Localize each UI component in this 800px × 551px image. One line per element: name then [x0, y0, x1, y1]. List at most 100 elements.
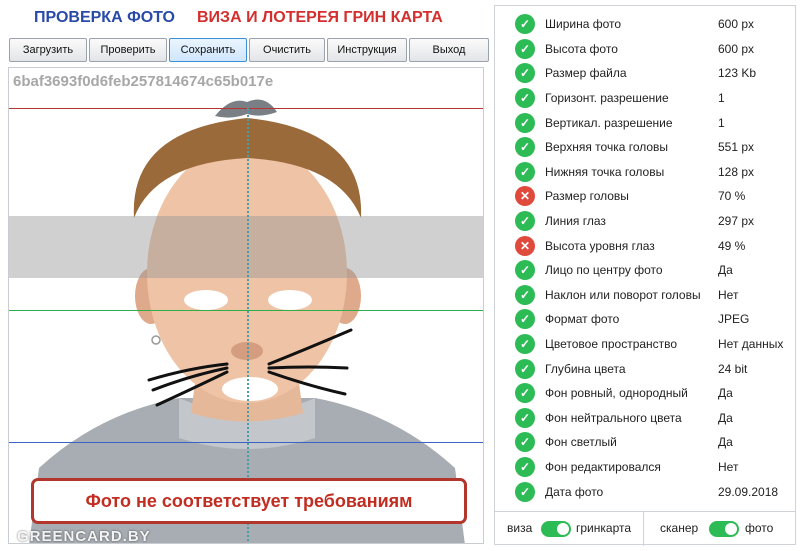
check-label: Глубина цвета — [545, 361, 626, 376]
check-label: Верхняя точка головы — [545, 140, 669, 155]
check-fail-icon: ✕ — [515, 186, 535, 207]
toggle-knob — [725, 523, 737, 535]
warning-message: Фото не соответствует требованиям — [31, 478, 467, 524]
check-row: ✓ Высота фото 600 px — [495, 37, 795, 62]
check-value: 123 Kb — [718, 66, 757, 81]
check-row: ✓ Нижняя точка головы 128 px — [495, 160, 795, 185]
check-row: ✓ Верхняя точка головы 551 px — [495, 135, 795, 160]
divider — [643, 512, 644, 546]
check-row: ✓ Фон нейтрального цвета Да — [495, 406, 795, 431]
check-ok-icon: ✓ — [515, 334, 535, 355]
check-list: ✓ Ширина фото 600 px ✓ Высота фото 600 px ✓ Раз… — [495, 12, 795, 504]
check-label: Лицо по центру фото — [545, 263, 663, 278]
check-ok-icon: ✓ — [515, 63, 535, 84]
check-ok-icon: ✓ — [515, 284, 535, 305]
check-label: Размер файла — [545, 66, 627, 81]
check-ok-icon: ✓ — [515, 407, 535, 428]
visa-greencard-toggle[interactable] — [541, 521, 571, 537]
check-row: ✓ Линия глаз 297 px — [495, 209, 795, 234]
check-ok-icon: ✓ — [515, 38, 535, 59]
check-ok-icon: ✓ — [515, 383, 535, 404]
check-row: ✓ Вертикал. разрешение 1 — [495, 110, 795, 135]
check-row: ✓ Размер файла 123 Kb — [495, 61, 795, 86]
check-ok-icon: ✓ — [515, 161, 535, 182]
check-label: Линия глаз — [545, 214, 606, 229]
check-row: ✓ Формат фото JPEG — [495, 307, 795, 332]
check-value: 600 px — [718, 41, 755, 56]
watermark: GREENCARD.BY — [17, 528, 151, 544]
check-label: Фон ровный, однородный — [545, 386, 688, 401]
check-row: ✓ Фон редактировался Нет — [495, 455, 795, 480]
check-ok-icon: ✓ — [515, 481, 535, 502]
load-button[interactable]: Загрузить — [9, 38, 87, 62]
check-row: ✓ Дата фото 29.09.2018 — [495, 479, 795, 504]
check-value: JPEG — [718, 312, 750, 327]
check-value: 70 % — [718, 189, 746, 204]
check-value: 1 — [718, 115, 725, 130]
check-value: 1 — [718, 91, 725, 106]
check-row: ✓ Наклон или поворот головы Нет — [495, 283, 795, 308]
toolbar: Загрузить Проверить Сохранить Очистить И… — [9, 38, 489, 62]
check-row: ✓ Горизонт. разрешение 1 — [495, 86, 795, 111]
check-ok-icon: ✓ — [515, 456, 535, 477]
check-ok-icon: ✓ — [515, 309, 535, 330]
check-ok-icon: ✓ — [515, 211, 535, 232]
instruction-button[interactable]: Инструкция — [327, 38, 407, 62]
check-ok-icon: ✓ — [515, 137, 535, 158]
app-subtitle: ВИЗА И ЛОТЕРЕЯ ГРИН КАРТА — [197, 9, 443, 26]
check-value: 297 px — [718, 214, 755, 229]
save-button[interactable]: Сохранить — [169, 38, 247, 62]
check-value: Нет — [718, 459, 739, 474]
check-label: Высота уровня глаз — [545, 238, 655, 253]
check-label: Нижняя точка головы — [545, 164, 665, 179]
app-window: ПРОВЕРКА ФОТО ВИЗА И ЛОТЕРЕЯ ГРИН КАРТА … — [0, 0, 800, 551]
photo-preview: 6baf3693f0d6feb257814674c65b017e Фото не… — [8, 67, 484, 544]
toggle-greencard-label: гринкарта — [576, 521, 632, 535]
check-results-panel: ✓ Ширина фото 600 px ✓ Высота фото 600 px ✓ Раз… — [494, 5, 796, 546]
check-value: Да — [718, 386, 733, 401]
toggle-visa-label: виза — [507, 521, 533, 535]
check-value: 49 % — [718, 238, 746, 253]
check-row: ✓ Глубина цвета 24 bit — [495, 356, 795, 381]
check-value: 551 px — [718, 140, 755, 155]
check-value: 29.09.2018 — [718, 484, 779, 499]
exit-button[interactable]: Выход — [409, 38, 489, 62]
check-label: Цветовое пространство — [545, 337, 678, 352]
photo-hash: 6baf3693f0d6feb257814674c65b017e — [13, 73, 274, 90]
check-label: Ширина фото — [545, 17, 622, 32]
check-fail-icon: ✕ — [515, 235, 535, 256]
check-button[interactable]: Проверить — [89, 38, 167, 62]
check-ok-icon: ✓ — [515, 358, 535, 379]
check-row: ✓ Фон светлый Да — [495, 430, 795, 455]
check-ok-icon: ✓ — [515, 14, 535, 35]
check-value: Да — [718, 410, 733, 425]
check-row: ✓ Фон ровный, однородный Да — [495, 381, 795, 406]
check-value: Да — [718, 263, 733, 278]
check-label: Формат фото — [545, 312, 620, 327]
mode-toggles: виза гринкарта сканер фото — [495, 511, 795, 546]
app-title: ПРОВЕРКА ФОТО — [34, 9, 175, 26]
clear-button[interactable]: Очистить — [249, 38, 325, 62]
check-value: 128 px — [718, 164, 755, 179]
check-label: Вертикал. разрешение — [545, 115, 673, 130]
toggle-scanner-label: сканер — [660, 521, 699, 535]
check-ok-icon: ✓ — [515, 88, 535, 109]
check-label: Размер головы — [545, 189, 629, 204]
check-row: ✕ Размер головы 70 % — [495, 184, 795, 209]
check-label: Наклон или поворот головы — [545, 287, 701, 302]
check-label: Фон нейтрального цвета — [545, 410, 682, 425]
check-ok-icon: ✓ — [515, 432, 535, 453]
toggle-photo-label: фото — [745, 521, 774, 535]
check-label: Фон светлый — [545, 435, 617, 450]
check-row: ✓ Лицо по центру фото Да — [495, 258, 795, 283]
check-label: Высота фото — [545, 41, 618, 56]
check-label: Фон редактировался — [545, 459, 661, 474]
toggle-knob — [557, 523, 569, 535]
check-ok-icon: ✓ — [515, 260, 535, 281]
check-value: 24 bit — [718, 361, 748, 376]
scanner-photo-toggle[interactable] — [709, 521, 739, 537]
check-value: Нет данных — [718, 337, 784, 352]
check-label: Горизонт. разрешение — [545, 91, 669, 106]
check-label: Дата фото — [545, 484, 604, 499]
check-value: Да — [718, 435, 733, 450]
